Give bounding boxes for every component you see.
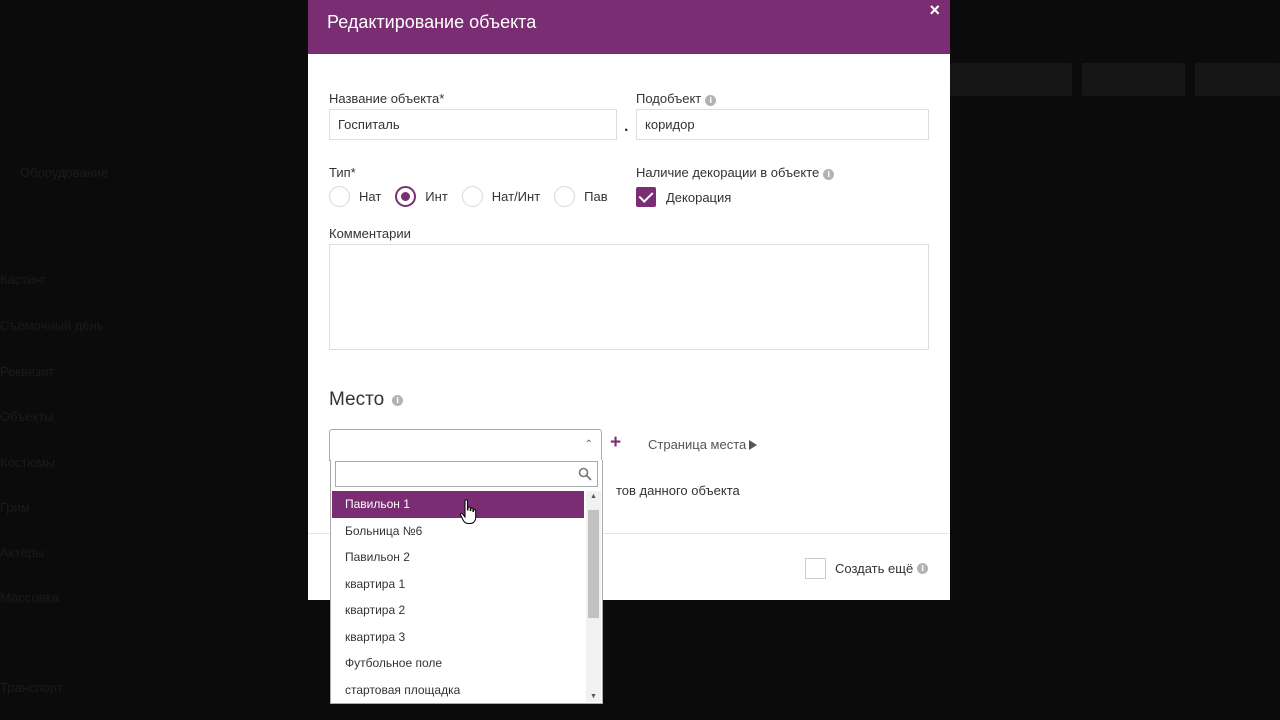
radio-circle[interactable]: [461, 186, 483, 207]
background-text: Актёры: [0, 545, 45, 560]
dropdown-option[interactable]: стартовая площадка: [332, 677, 584, 704]
create-more-label: Создать ещё: [835, 561, 914, 576]
dropdown-scrollbar[interactable]: ▲ ▼: [586, 491, 601, 702]
create-more-checkbox[interactable]: Создать ещё i: [805, 558, 929, 579]
background-text: Кастинг: [0, 272, 47, 287]
dropdown-list: Павильон 1 Больница №6 Павильон 2 кварти…: [332, 491, 584, 703]
dropdown-option[interactable]: квартира 3: [332, 624, 584, 651]
object-name-label: Название объекта*: [329, 91, 444, 106]
scroll-down-icon[interactable]: ▼: [590, 693, 597, 700]
background-text: Грим: [0, 500, 30, 515]
modal-header: Редактирование объекта ×: [308, 0, 950, 54]
place-page-link-text: Страница места: [648, 437, 747, 452]
background-text: Объекты: [0, 409, 54, 424]
dropdown-option[interactable]: Футбольное поле: [332, 650, 584, 677]
subobject-input[interactable]: коридор: [636, 109, 929, 140]
place-dropdown: Павильон 1 Больница №6 Павильон 2 кварти…: [330, 460, 603, 704]
dropdown-option[interactable]: Больница №6: [332, 518, 584, 545]
background-button: [950, 63, 1072, 96]
decoration-label: Наличие декорации в объекте i: [636, 165, 835, 180]
dropdown-option[interactable]: квартира 1: [332, 571, 584, 598]
place-page-link[interactable]: Страница места: [648, 437, 758, 452]
close-icon[interactable]: ×: [929, 0, 940, 21]
scrollbar-thumb[interactable]: [588, 510, 599, 618]
modal-title: Редактирование объекта: [327, 12, 537, 32]
radio-nat[interactable]: Нат: [329, 186, 381, 207]
chevron-up-icon: ⌃: [584, 439, 593, 450]
checkbox-unchecked[interactable]: [805, 558, 826, 579]
radio-circle-checked[interactable]: [395, 186, 417, 207]
play-arrow-icon: [749, 440, 758, 450]
radio-circle[interactable]: [554, 186, 576, 207]
hand-cursor-icon: [460, 499, 477, 524]
background-text: Реквизит: [0, 364, 55, 379]
object-places-hint: тов данного объекта: [616, 483, 740, 498]
type-label-text: Тип: [329, 165, 351, 180]
search-icon: [578, 467, 592, 481]
required-mark: *: [439, 91, 445, 106]
add-place-button[interactable]: +: [610, 432, 621, 454]
radio-nat-int[interactable]: Нат/Инт: [461, 186, 541, 207]
place-select[interactable]: ⌃: [329, 429, 602, 461]
dropdown-search-input[interactable]: [335, 461, 598, 487]
dropdown-option[interactable]: Павильон 2: [332, 544, 584, 571]
radio-label: Пав: [584, 189, 608, 204]
name-separator: .: [624, 118, 629, 135]
object-name-label-text: Название объекта: [329, 91, 440, 106]
info-icon[interactable]: i: [823, 169, 835, 180]
background-text: Костюмы: [0, 455, 56, 470]
subobject-label-text: Подобъект: [636, 91, 702, 106]
radio-int[interactable]: Инт: [395, 186, 448, 207]
background-text: Съёмочный день: [0, 318, 104, 333]
background-text: Транспорт: [0, 680, 63, 695]
dropdown-option[interactable]: квартира 2: [332, 597, 584, 624]
background-text: Массовка: [0, 590, 59, 605]
radio-circle[interactable]: [329, 186, 350, 207]
radio-label: Нат: [359, 189, 382, 204]
scroll-up-icon[interactable]: ▲: [590, 493, 597, 500]
place-section-title: Место i: [329, 389, 404, 411]
comments-textarea[interactable]: [329, 244, 929, 350]
type-label: Тип*: [329, 165, 356, 180]
background-text: Оборудование: [20, 165, 109, 180]
place-title-text: Место: [329, 389, 385, 410]
background-button: [1082, 63, 1185, 96]
radio-pav[interactable]: Пав: [554, 186, 608, 207]
dropdown-option[interactable]: Павильон 1: [332, 491, 584, 518]
checkbox-checked[interactable]: [636, 187, 656, 207]
radio-label: Нат/Инт: [491, 189, 541, 204]
subobject-label: Подобъект i: [636, 91, 717, 106]
info-icon[interactable]: i: [392, 395, 404, 406]
info-icon[interactable]: i: [917, 563, 929, 574]
background-button: [1195, 63, 1280, 96]
required-mark: *: [350, 165, 356, 180]
type-radio-group: Нат Инт Нат/Инт Пав: [329, 186, 622, 207]
info-icon[interactable]: i: [705, 95, 717, 106]
decoration-checkbox-label: Декорация: [666, 189, 732, 205]
radio-label: Инт: [425, 189, 448, 204]
decoration-label-text: Наличие декорации в объекте: [636, 165, 820, 180]
decoration-checkbox[interactable]: Декорация: [636, 187, 731, 207]
object-name-input[interactable]: Госпиталь: [329, 109, 617, 140]
comments-label: Комментарии: [329, 226, 411, 241]
